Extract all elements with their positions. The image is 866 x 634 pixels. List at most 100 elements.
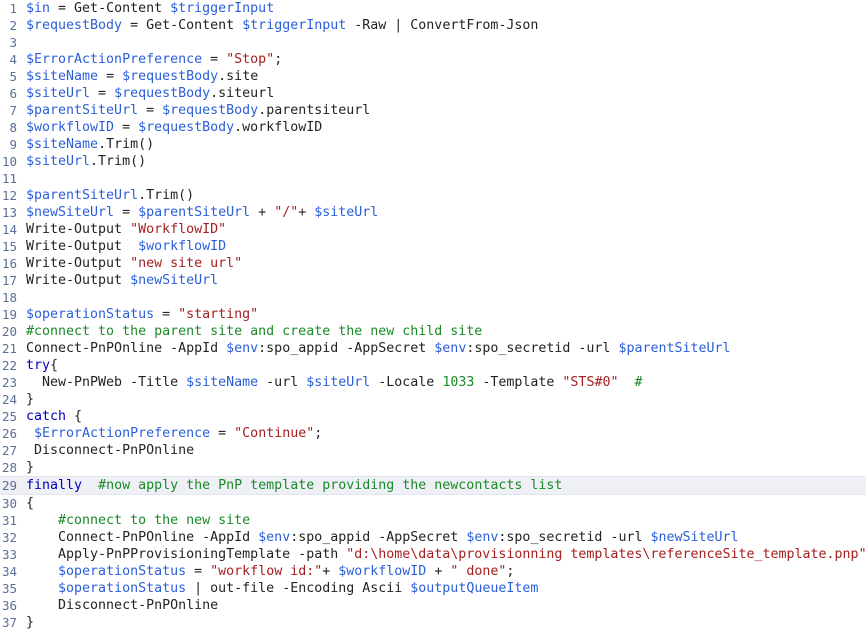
code-line-content[interactable]: $siteUrl.Trim() xyxy=(22,153,866,170)
code-line-content[interactable]: $parentSiteUrl.Trim() xyxy=(22,187,866,204)
code-line-content[interactable]: Disconnect-PnPOnline xyxy=(22,597,866,614)
token-variable: $requestBody xyxy=(138,120,235,135)
code-line-content[interactable]: $operationStatus | out-file -Encoding As… xyxy=(22,580,866,597)
line-number: 28 xyxy=(1,460,17,475)
code-line-content[interactable]: $ErrorActionPreference = "Continue"; xyxy=(22,425,866,442)
code-line-content[interactable]: Connect-PnPOnline -AppId $env:spo_appid … xyxy=(22,340,866,357)
code-line-content[interactable]: Apply-PnPProvisioningTemplate -path "d:\… xyxy=(22,546,866,563)
code-line-content[interactable]: catch { xyxy=(22,408,866,425)
code-line[interactable]: 14 Write-Output "WorkflowID" xyxy=(0,221,866,238)
code-line[interactable]: 30 { xyxy=(0,495,866,512)
code-line-content[interactable]: $requestBody = Get-Content $triggerInput… xyxy=(22,17,866,34)
code-line[interactable]: 29 finally #now apply the PnP template pr… xyxy=(0,476,866,495)
code-line[interactable]: 18 xyxy=(0,289,866,306)
code-line[interactable]: 3 xyxy=(0,34,866,51)
code-line[interactable]: 25 catch { xyxy=(0,408,866,425)
code-line[interactable]: 22 try{ xyxy=(0,357,866,374)
token-variable: $newSiteUrl xyxy=(130,273,219,288)
code-line[interactable]: 6 $siteUrl = $requestBody.siteurl xyxy=(0,85,866,102)
token-comment: #connect to the parent site and create t… xyxy=(26,324,483,339)
code-line-content[interactable]: finally #now apply the PnP template prov… xyxy=(22,477,866,494)
code-line-content[interactable]: Connect-PnPOnline -AppId $env:spo_appid … xyxy=(22,529,866,546)
code-line[interactable]: 24} xyxy=(0,391,866,408)
line-number: 31 xyxy=(1,513,17,528)
code-line[interactable]: 20 #connect to the parent site and create… xyxy=(0,323,866,340)
code-line-content[interactable]: #connect to the new site xyxy=(22,512,866,529)
code-line-content[interactable]: { xyxy=(22,495,866,512)
code-line[interactable]: 23 New-PnPWeb -Title $siteName -url $sit… xyxy=(0,374,866,391)
code-editor[interactable]: 1 $in = Get-Content $triggerInput 2 $reques… xyxy=(0,0,866,634)
token-text: Disconnect-PnPOnline xyxy=(26,443,195,458)
line-number: 7 xyxy=(9,103,17,118)
token-text: + xyxy=(298,205,315,220)
token-string: "Continue" xyxy=(234,426,315,441)
token-text: Write-Output xyxy=(26,239,139,254)
line-number: 13 xyxy=(1,205,17,220)
token-text: :spo_secretid -url xyxy=(466,341,619,356)
code-line-content[interactable]: $siteUrl = $requestBody.siteurl xyxy=(22,85,866,102)
code-line-content[interactable]: $ErrorActionPreference = "Stop"; xyxy=(22,51,866,68)
code-line[interactable]: 28} xyxy=(0,459,866,476)
line-number: 25 xyxy=(1,409,17,424)
token-text: + xyxy=(426,564,451,579)
code-line[interactable]: 10 $siteUrl.Trim() xyxy=(0,153,866,170)
code-line[interactable]: 37} xyxy=(0,614,866,631)
code-line[interactable]: 11 xyxy=(0,170,866,187)
line-number: 5 xyxy=(9,69,17,84)
code-line-content[interactable]: $siteName = $requestBody.site xyxy=(22,68,866,85)
code-line-content[interactable]: $in = Get-Content $triggerInput xyxy=(22,0,866,17)
code-line[interactable]: 13 $newSiteUrl = $parentSiteUrl + "/"+ $s… xyxy=(0,204,866,221)
code-line[interactable]: 8 $workflowID = $requestBody.workflowID xyxy=(0,119,866,136)
token-text: } xyxy=(26,392,35,407)
code-line[interactable]: 2 $requestBody = Get-Content $triggerInpu… xyxy=(0,17,866,34)
line-number: 23 xyxy=(1,375,17,390)
code-line-content[interactable]: $siteName.Trim() xyxy=(22,136,866,153)
token-string: "workflow id:" xyxy=(210,564,323,579)
code-line-content[interactable]: Disconnect-PnPOnline xyxy=(22,442,866,459)
code-line[interactable]: 9 $siteName.Trim() xyxy=(0,136,866,153)
code-line[interactable]: 33 Apply-PnPProvisioningTemplate -path "… xyxy=(0,546,866,563)
code-line-content[interactable]: Write-Output $workflowID xyxy=(22,238,866,255)
code-line[interactable]: 31 #connect to the new site xyxy=(0,512,866,529)
token-text: .Trim() xyxy=(90,154,147,169)
token-text: { xyxy=(50,358,59,373)
code-line[interactable]: 36 Disconnect-PnPOnline xyxy=(0,597,866,614)
code-line-content[interactable]: } xyxy=(22,459,866,476)
code-line-content[interactable]: Write-Output $newSiteUrl xyxy=(22,272,866,289)
code-line[interactable]: 32 Connect-PnPOnline -AppId $env:spo_app… xyxy=(0,529,866,546)
code-line-content[interactable]: $operationStatus = "workflow id:"+ $work… xyxy=(22,563,866,580)
code-line-content[interactable]: Write-Output "WorkflowID" xyxy=(22,221,866,238)
code-line-content[interactable]: try{ xyxy=(22,357,866,374)
code-line[interactable]: 26 $ErrorActionPreference = "Continue"; xyxy=(0,425,866,442)
code-line-content[interactable]: } xyxy=(22,614,866,631)
code-line[interactable]: 7 $parentSiteUrl = $requestBody.parentsit… xyxy=(0,102,866,119)
line-number: 3 xyxy=(9,35,17,50)
code-line-content[interactable]: $newSiteUrl = $parentSiteUrl + "/"+ $sit… xyxy=(22,204,866,221)
token-variable: $parentSiteUrl xyxy=(26,103,139,118)
code-line-content[interactable]: New-PnPWeb -Title $siteName -url $siteUr… xyxy=(22,374,866,391)
code-line-content[interactable]: $operationStatus = "starting" xyxy=(22,306,866,323)
code-line-content[interactable]: Write-Output "new site url" xyxy=(22,255,866,272)
line-number: 36 xyxy=(1,598,17,613)
code-line[interactable]: 19 $operationStatus = "starting" xyxy=(0,306,866,323)
code-line-content[interactable]: $workflowID = $requestBody.workflowID xyxy=(22,119,866,136)
code-line-content[interactable]: $parentSiteUrl = $requestBody.parentsite… xyxy=(22,102,866,119)
code-line[interactable]: 34 $operationStatus = "workflow id:"+ $w… xyxy=(0,563,866,580)
code-line[interactable]: 1 $in = Get-Content $triggerInput xyxy=(0,0,866,17)
code-line[interactable]: 4 $ErrorActionPreference = "Stop"; xyxy=(0,51,866,68)
code-line[interactable]: 15 Write-Output $workflowID xyxy=(0,238,866,255)
token-text: Write-Output xyxy=(26,256,131,271)
code-line[interactable]: 16 Write-Output "new site url" xyxy=(0,255,866,272)
token-text: = xyxy=(138,103,163,118)
code-line[interactable]: 17 Write-Output $newSiteUrl xyxy=(0,272,866,289)
code-line[interactable]: 12 $parentSiteUrl.Trim() xyxy=(0,187,866,204)
code-line-content[interactable]: } xyxy=(22,391,866,408)
code-line[interactable]: 21 Connect-PnPOnline -AppId $env:spo_appi… xyxy=(0,340,866,357)
line-number: 1 xyxy=(9,1,17,16)
code-line[interactable]: 5 $siteName = $requestBody.site xyxy=(0,68,866,85)
code-line[interactable]: 27 Disconnect-PnPOnline xyxy=(0,442,866,459)
token-string: "STS#0" xyxy=(562,375,619,390)
code-line[interactable]: 35 $operationStatus | out-file -Encoding… xyxy=(0,580,866,597)
code-line-content[interactable]: #connect to the parent site and create t… xyxy=(22,323,866,340)
